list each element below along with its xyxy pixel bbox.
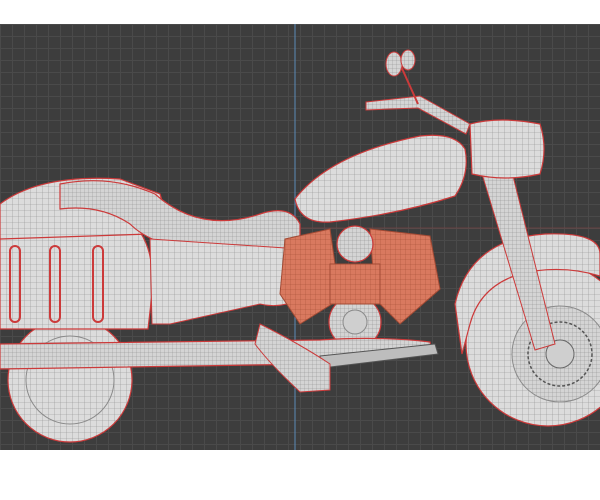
mirrors — [385, 49, 419, 105]
rear-wheel — [7, 317, 133, 443]
frame — [149, 238, 301, 325]
3d-viewport[interactable] — [0, 24, 600, 450]
top-margin — [0, 0, 600, 24]
headlight — [469, 119, 545, 179]
bottom-margin — [0, 450, 600, 500]
motorcycle-model[interactable] — [0, 49, 600, 443]
lower-frame — [254, 323, 331, 393]
engine — [279, 225, 441, 349]
fuel-tank — [294, 134, 467, 223]
viewport-canvas — [0, 24, 600, 450]
rear-saddlebag — [0, 228, 154, 330]
